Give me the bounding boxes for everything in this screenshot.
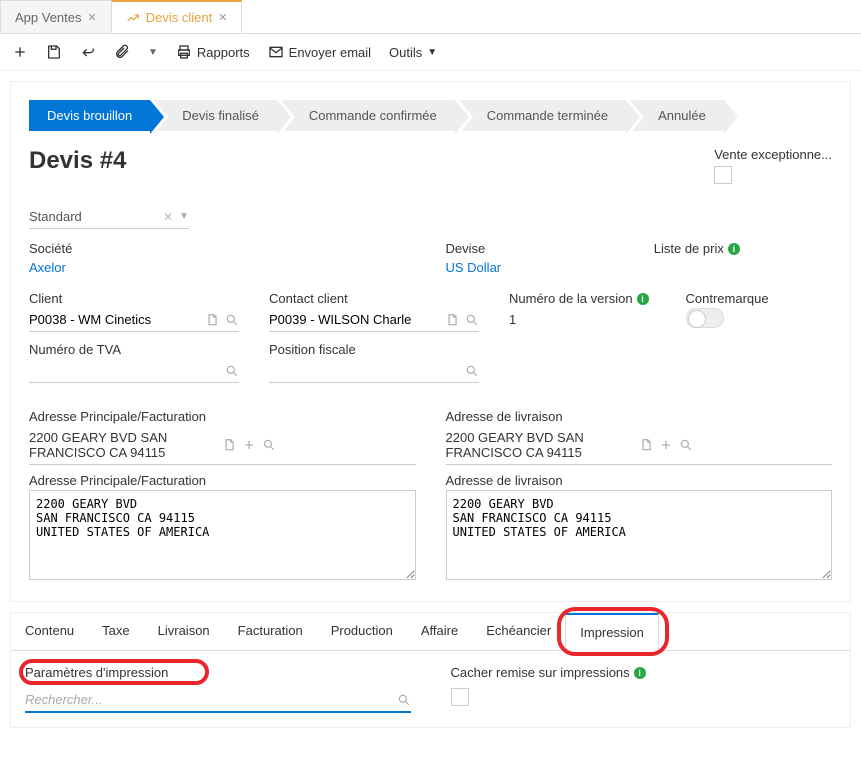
tab-impression[interactable]: Impression xyxy=(565,613,659,651)
client-field[interactable] xyxy=(29,312,205,327)
tab-app-ventes[interactable]: App Ventes ✕ xyxy=(0,0,112,33)
envelope-icon xyxy=(268,44,284,60)
button-label: Envoyer email xyxy=(289,45,371,60)
caret-down-icon[interactable]: ▼ xyxy=(148,47,158,58)
tab-livraison[interactable]: Livraison xyxy=(144,613,224,650)
delivery-addr-lookup[interactable]: 2200 GEARY BVD SAN FRANCISCO CA 94115 xyxy=(446,426,833,465)
tab-taxe[interactable]: Taxe xyxy=(88,613,143,650)
main-addr-line: 2200 GEARY BVD SAN FRANCISCO CA 94115 xyxy=(29,430,222,460)
tab-devis-client[interactable]: Devis client ✕ xyxy=(111,0,243,33)
close-icon[interactable]: ✕ xyxy=(218,11,227,24)
view-tabs: App Ventes ✕ Devis client ✕ xyxy=(0,0,861,34)
fiscal-field[interactable] xyxy=(269,363,465,378)
tab-label: App Ventes xyxy=(15,10,82,25)
tab-label: Devis client xyxy=(146,10,212,25)
print-params-search[interactable] xyxy=(25,688,411,713)
delivery-addr-line: 2200 GEARY BVD SAN FRANCISCO CA 94115 xyxy=(446,430,639,460)
clear-icon[interactable]: ✕ xyxy=(163,210,173,224)
fiscal-input[interactable] xyxy=(269,359,479,383)
delivery-addr-label: Adresse de livraison xyxy=(446,409,833,424)
close-icon[interactable]: ✕ xyxy=(88,11,97,24)
search-icon[interactable] xyxy=(262,438,276,452)
document-icon[interactable] xyxy=(222,438,236,452)
search-icon[interactable] xyxy=(465,313,479,327)
plus-icon[interactable] xyxy=(659,438,673,452)
company-value[interactable]: Axelor xyxy=(29,258,207,277)
caret-down-icon: ▼ xyxy=(427,47,437,58)
save-button[interactable] xyxy=(46,44,62,60)
back-button[interactable] xyxy=(80,44,96,60)
status-completed[interactable]: Commande terminée xyxy=(459,100,626,131)
dropdown-label: Outils xyxy=(389,45,422,60)
search-icon[interactable] xyxy=(225,313,239,327)
company-label: Société xyxy=(29,241,207,256)
currency-value[interactable]: US Dollar xyxy=(446,258,624,277)
status-bar: Devis brouillon Devis finalisé Commande … xyxy=(29,100,832,131)
client-label: Client xyxy=(29,291,239,306)
vat-input[interactable] xyxy=(29,359,239,383)
hide-discount-label: Cacher remise sur impressions i xyxy=(451,665,837,680)
exceptional-sale-checkbox[interactable] xyxy=(714,166,732,184)
button-label: Rapports xyxy=(197,45,250,60)
contact-field[interactable] xyxy=(269,312,445,327)
print-icon xyxy=(176,44,192,60)
search-icon[interactable] xyxy=(465,364,479,378)
info-icon[interactable]: i xyxy=(728,243,740,255)
main-form: Devis brouillon Devis finalisé Commande … xyxy=(10,81,851,602)
version-label: Numéro de la version i xyxy=(509,291,656,306)
main-addr-label2: Adresse Principale/Facturation xyxy=(29,473,416,488)
delivery-addr-textarea[interactable] xyxy=(446,490,833,580)
tab-contenu[interactable]: Contenu xyxy=(11,613,88,650)
fiscal-label: Position fiscale xyxy=(269,342,479,357)
document-icon[interactable] xyxy=(445,313,459,327)
main-addr-label: Adresse Principale/Facturation xyxy=(29,409,416,424)
caret-down-icon[interactable]: ▼ xyxy=(179,211,189,222)
tools-dropdown[interactable]: Outils ▼ xyxy=(389,45,437,60)
contremarque-label: Contremarque xyxy=(686,291,833,306)
contact-label: Contact client xyxy=(269,291,479,306)
delivery-addr-label2: Adresse de livraison xyxy=(446,473,833,488)
vat-label: Numéro de TVA xyxy=(29,342,239,357)
detail-tabs-card: Contenu Taxe Livraison Facturation Produ… xyxy=(10,612,851,728)
search-icon[interactable] xyxy=(225,364,239,378)
print-params-label: Paramètres d'impression xyxy=(25,665,411,680)
tab-facturation[interactable]: Facturation xyxy=(224,613,317,650)
tab-echeancier[interactable]: Echéancier xyxy=(472,613,565,650)
tab-production[interactable]: Production xyxy=(317,613,407,650)
status-confirmed[interactable]: Commande confirmée xyxy=(281,100,455,131)
info-icon[interactable]: i xyxy=(637,293,649,305)
currency-label: Devise xyxy=(446,241,624,256)
add-button[interactable] xyxy=(12,44,28,60)
reports-button[interactable]: Rapports xyxy=(176,44,250,60)
document-icon[interactable] xyxy=(639,438,653,452)
page-title: Devis #4 xyxy=(29,147,189,175)
contremarque-toggle[interactable] xyxy=(686,308,724,328)
detail-tabs: Contenu Taxe Livraison Facturation Produ… xyxy=(11,613,850,651)
exceptional-sale-label: Vente exceptionne... xyxy=(714,147,832,162)
pricelist-label: Liste de prixi xyxy=(654,241,832,256)
send-email-button[interactable]: Envoyer email xyxy=(268,44,371,60)
tab-affaire[interactable]: Affaire xyxy=(407,613,472,650)
vat-field[interactable] xyxy=(29,363,225,378)
attachment-button[interactable] xyxy=(114,44,130,60)
plus-icon[interactable] xyxy=(242,438,256,452)
status-draft[interactable]: Devis brouillon xyxy=(29,100,150,131)
main-addr-lookup[interactable]: 2200 GEARY BVD SAN FRANCISCO CA 94115 xyxy=(29,426,416,465)
search-field[interactable] xyxy=(25,692,397,707)
toolbar: ▼ Rapports Envoyer email Outils ▼ xyxy=(0,34,861,71)
document-icon[interactable] xyxy=(205,313,219,327)
info-icon[interactable]: i xyxy=(634,667,646,679)
version-value: 1 xyxy=(509,308,656,331)
search-icon[interactable] xyxy=(679,438,693,452)
contact-input[interactable] xyxy=(269,308,479,332)
select-value: Standard xyxy=(29,209,82,224)
template-select[interactable]: Standard ✕ ▼ xyxy=(29,205,189,229)
client-input[interactable] xyxy=(29,308,239,332)
main-addr-textarea[interactable] xyxy=(29,490,416,580)
status-cancelled[interactable]: Annulée xyxy=(630,100,724,131)
search-icon[interactable] xyxy=(397,693,411,707)
hide-discount-checkbox[interactable] xyxy=(451,688,469,706)
chart-line-icon xyxy=(126,11,140,25)
status-finalized[interactable]: Devis finalisé xyxy=(154,100,277,131)
